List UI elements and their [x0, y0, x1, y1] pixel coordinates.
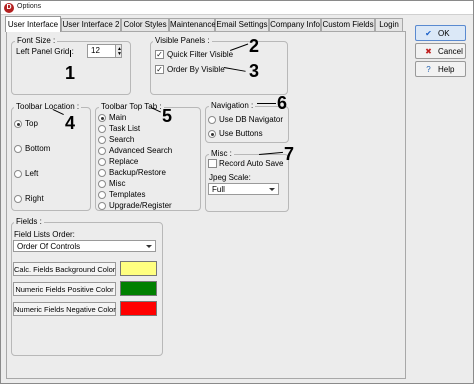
record-auto-save-checkbox[interactable]: [208, 159, 217, 168]
toolbar-location-bottom-label: Bottom: [25, 144, 51, 153]
left-panel-grid-label: Left Panel Grid :: [16, 47, 74, 56]
toolbar-location-top-radio[interactable]: [14, 120, 22, 128]
record-auto-save-label: Record Auto Save: [219, 159, 284, 168]
field-lists-order-select[interactable]: Order Of Controls: [13, 240, 156, 252]
toolbar-location-bottom-radio[interactable]: [14, 145, 22, 153]
jpeg-scale-select[interactable]: Full: [208, 183, 279, 195]
check-icon: ✔: [425, 29, 432, 38]
use-db-navigator-label: Use DB Navigator: [219, 115, 284, 124]
tab-user-interface[interactable]: User Interface: [5, 16, 61, 32]
top-tab-replace-radio[interactable]: [98, 158, 106, 166]
top-tab-task-list-label: Task List: [109, 124, 141, 133]
top-tab-search-radio[interactable]: [98, 136, 106, 144]
font-size-title: Font Size :: [15, 36, 58, 45]
annotation-number-6: 6: [277, 93, 288, 113]
app-logo-icon: D: [4, 3, 14, 13]
numeric-fields-positive-color-button[interactable]: Numeric Fields Positive Color: [13, 282, 116, 296]
toolbar-location-right-radio[interactable]: [14, 195, 22, 203]
top-tab-upgrade-register-label: Upgrade/Register: [109, 201, 172, 210]
top-tab-templates-label: Templates: [109, 190, 146, 199]
numeric-fields-positive-swatch[interactable]: [120, 281, 157, 296]
tab-email-settings[interactable]: Email Settings: [215, 18, 269, 31]
quick-filter-checkbox[interactable]: ✓: [155, 50, 164, 59]
fields-title: Fields :: [14, 217, 44, 226]
jpeg-scale-label: Jpeg Scale:: [209, 173, 251, 182]
spin-down-icon: ▼: [117, 51, 122, 57]
chevron-down-icon: [146, 245, 152, 248]
order-by-label: Order By Visible: [167, 65, 225, 74]
quick-filter-label: Quick Filter Visible: [167, 50, 234, 59]
options-window: D Options User Interface User Interface …: [0, 0, 474, 384]
annotation-number-1: 1: [65, 63, 76, 83]
misc-title: Misc :: [209, 149, 234, 158]
calc-fields-background-swatch[interactable]: [120, 261, 157, 276]
toolbar-location-top-label: Top: [25, 119, 38, 128]
visible-panels-title: Visible Panels :: [153, 36, 212, 45]
numeric-fields-negative-swatch[interactable]: [120, 301, 157, 316]
order-by-checkbox[interactable]: ✓: [155, 65, 164, 74]
close-icon: ✖: [425, 47, 432, 56]
annotation-number-5: 5: [162, 106, 173, 126]
top-tab-replace-label: Replace: [109, 157, 139, 166]
annotation-arrow-6: [257, 103, 276, 104]
ok-label: OK: [438, 29, 450, 38]
grid-spinner[interactable]: ▲ ▼: [115, 44, 122, 58]
chevron-down-icon: [269, 188, 275, 191]
tab-color-styles[interactable]: Color Styles: [121, 18, 169, 31]
cancel-button[interactable]: ✖ Cancel: [415, 43, 466, 59]
help-icon: ?: [426, 65, 431, 74]
top-tab-advanced-search-label: Advanced Search: [109, 146, 173, 155]
annotation-number-2: 2: [249, 36, 260, 56]
field-lists-order-label: Field Lists Order:: [14, 230, 75, 239]
tab-custom-fields[interactable]: Custom Fields: [321, 18, 375, 31]
top-tab-search-label: Search: [109, 135, 135, 144]
cancel-label: Cancel: [438, 47, 463, 56]
top-tab-misc-radio[interactable]: [98, 180, 106, 188]
help-button[interactable]: ? Help: [415, 61, 466, 77]
jpeg-scale-value: Full: [212, 185, 225, 194]
annotation-number-4: 4: [65, 113, 76, 133]
toolbar-location-title: Toolbar Location :: [14, 102, 82, 111]
toolbar-location-group: [11, 107, 91, 211]
toolbar-location-right-label: Right: [25, 194, 44, 203]
toolbar-location-left-label: Left: [25, 169, 39, 178]
field-lists-order-value: Order Of Controls: [17, 242, 81, 251]
ok-button[interactable]: ✔ OK: [415, 25, 466, 41]
use-buttons-label: Use Buttons: [219, 129, 263, 138]
use-db-navigator-radio[interactable]: [208, 116, 216, 124]
navigation-title: Navigation :: [209, 101, 256, 110]
top-tab-advanced-search-radio[interactable]: [98, 147, 106, 155]
top-tab-task-list-radio[interactable]: [98, 125, 106, 133]
top-tab-main-label: Main: [109, 113, 127, 122]
tab-login[interactable]: Login: [375, 18, 403, 31]
top-tab-upgrade-register-radio[interactable]: [98, 202, 106, 210]
annotation-number-3: 3: [249, 61, 260, 81]
top-tab-main-radio[interactable]: [98, 114, 106, 122]
top-tab-templates-radio[interactable]: [98, 191, 106, 199]
annotation-arrow-1: [70, 50, 71, 57]
top-tab-backup-restore-label: Backup/Restore: [109, 168, 166, 177]
tab-company-info[interactable]: Company Info: [269, 18, 321, 31]
top-tab-misc-label: Misc: [109, 179, 126, 188]
use-buttons-radio[interactable]: [208, 130, 216, 138]
tab-user-interface-2[interactable]: User Interface 2: [61, 18, 121, 31]
help-label: Help: [438, 65, 455, 74]
toolbar-location-left-radio[interactable]: [14, 170, 22, 178]
tab-maintenance[interactable]: Maintenance: [169, 18, 216, 31]
annotation-number-7: 7: [284, 144, 295, 164]
top-tab-backup-restore-radio[interactable]: [98, 169, 106, 177]
window-title: Options: [17, 3, 42, 10]
calc-fields-background-color-button[interactable]: Calc. Fields Background Color: [13, 262, 116, 276]
title-bar: D Options: [1, 1, 473, 15]
numeric-fields-negative-color-button[interactable]: Numeric Fields Negative Color: [13, 302, 116, 316]
